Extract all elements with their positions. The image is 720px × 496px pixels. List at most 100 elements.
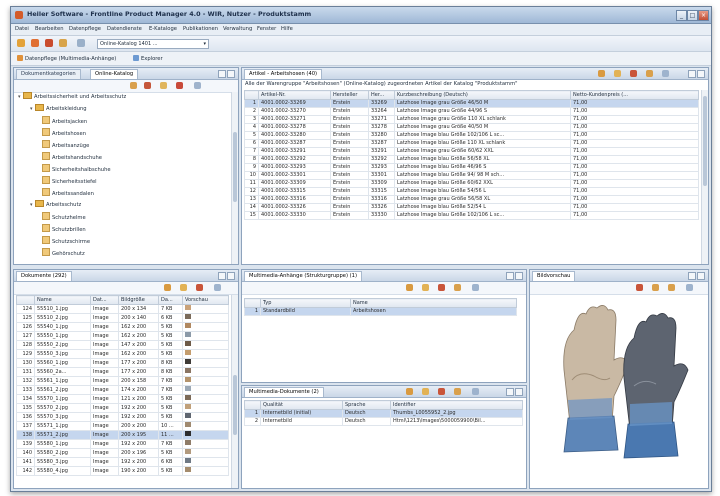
tree-node[interactable]: Schutzbrillen	[42, 224, 86, 233]
maximize-view-icon[interactable]	[697, 272, 705, 280]
document-menu-icon[interactable]	[214, 284, 221, 291]
mm-document-row[interactable]: 2 Internetbild Deutsch Html\1213\Images\500…	[244, 417, 523, 426]
document-row[interactable]: 125 55510_2.jpg Image 200 x 140 6 KB	[16, 313, 229, 323]
minimize-view-icon[interactable]	[688, 272, 696, 280]
menu-fenster[interactable]: Fenster	[257, 26, 276, 32]
menu-hilfe[interactable]: Hilfe	[281, 26, 293, 32]
document-row[interactable]: 126 55540_1.jpg Image 162 x 200 5 KB	[16, 322, 229, 332]
maximize-view-icon[interactable]	[227, 272, 235, 280]
mm-document-row[interactable]: 1 Internetbild (initial) Deutsch Thumbs_L00…	[244, 409, 523, 418]
preview-close-icon[interactable]	[636, 284, 643, 291]
attachment-edit-icon[interactable]	[454, 284, 461, 291]
article-row[interactable]: 6 4001.0002-33287 Erstein 33287 Latzhose Ima…	[244, 139, 699, 148]
document-new-icon[interactable]	[164, 284, 171, 291]
menu-publikationen[interactable]: Publikationen	[183, 26, 218, 32]
article-new-icon[interactable]	[598, 70, 605, 77]
mm-copy-icon[interactable]	[422, 388, 429, 395]
article-row[interactable]: 2 4001.0002-33270 Erstein 33264 Latzhose Ima…	[244, 107, 699, 116]
minimize-view-icon[interactable]	[688, 70, 696, 78]
attachment-row[interactable]: 1 Standardbild Arbeitshosen	[244, 307, 517, 316]
document-row[interactable]: 141 55580_3.jpg Image 192 x 200 6 KB	[16, 457, 229, 467]
tab-artikel[interactable]: Artikel - Arbeitshosen (40)	[244, 69, 323, 79]
article-row[interactable]: 13 4001.0002-33316 Erstein 33316 Latzhose Im…	[244, 195, 699, 204]
article-row[interactable]: 7 4001.0002-33291 Erstein 33291 Latzhose Ima…	[244, 147, 699, 156]
document-row[interactable]: 137 55571_1.jpg Image 200 x 200 10 ...	[16, 421, 229, 431]
tree-action-icon[interactable]	[130, 82, 137, 89]
document-row[interactable]: 128 55550_2.jpg Image 147 x 200 5 KB	[16, 340, 229, 350]
article-row[interactable]: 15 4001.0002-33330 Erstein 33330 Latzhose Im…	[244, 211, 699, 220]
document-delete-icon[interactable]	[196, 284, 203, 291]
menu-datei[interactable]: Datei	[15, 26, 29, 32]
article-row[interactable]: 4 4001.0002-33278 Erstein 33278 Latzhose Ima…	[244, 123, 699, 132]
document-row[interactable]: 136 55570_3.jpg Image 192 x 200 5 KB	[16, 412, 229, 422]
mm-new-icon[interactable]	[406, 388, 413, 395]
open-icon[interactable]	[31, 39, 39, 47]
attachment-copy-icon[interactable]	[422, 284, 429, 291]
article-edit-icon[interactable]	[646, 70, 653, 77]
tree-node[interactable]: Sicherheitsstiefel	[42, 176, 97, 185]
preview-zoom-out-icon[interactable]	[668, 284, 675, 291]
article-row[interactable]: 14 4001.0002-33326 Erstein 33326 Latzhose Im…	[244, 203, 699, 212]
menu-e-kataloge[interactable]: E-Kataloge	[149, 26, 177, 32]
document-row[interactable]: 139 55580_1.jpg Image 192 x 200 7 KB	[16, 439, 229, 449]
documents-scroll-thumb[interactable]	[233, 375, 237, 435]
document-row[interactable]: 129 55550_3.jpg Image 162 x 200 5 KB	[16, 349, 229, 359]
maximize-view-icon[interactable]	[227, 70, 235, 78]
tree-filter-icon[interactable]	[160, 82, 167, 89]
document-row[interactable]: 138 55571_2.jpg Image 200 x 195 11 ...	[16, 430, 229, 440]
document-copy-icon[interactable]	[180, 284, 187, 291]
maximize-button[interactable]: □	[687, 10, 698, 21]
tab-multimedia-anhaenge[interactable]: Multimedia-Anhänge (Strukturgruppe) (1)	[244, 271, 362, 281]
tree-node[interactable]: ▾ Arbeitssicherheit und Arbeitsschutz	[18, 92, 126, 100]
document-row[interactable]: 135 55570_2.jpg Image 192 x 200 5 KB	[16, 403, 229, 413]
document-row[interactable]: 124 55510_1.jpg Image 200 x 134 7 KB	[16, 304, 229, 314]
tree-node[interactable]: Gehörschutz	[42, 248, 85, 257]
article-row[interactable]: 11 4001.0002-33309 Erstein 33309 Latzhose Im…	[244, 179, 699, 188]
tab-dokumentkategorien[interactable]: Dokumentkategorien	[16, 69, 81, 79]
article-row[interactable]: 5 4001.0002-33280 Erstein 33280 Latzhose Ima…	[244, 131, 699, 140]
mm-edit-icon[interactable]	[454, 388, 461, 395]
tree-node[interactable]: ▾ Arbeitsschutz	[30, 200, 81, 208]
document-row[interactable]: 142 55580_4.jpg Image 190 x 200 5 KB	[16, 466, 229, 476]
document-row[interactable]: 131 55560_2a... Image 177 x 200 8 KB	[16, 367, 229, 377]
document-row[interactable]: 130 55560_1.jpg Image 177 x 200 8 KB	[16, 358, 229, 368]
menu-datendienste[interactable]: Datendienste	[107, 26, 142, 32]
tree-scrollbar[interactable]	[231, 92, 238, 264]
tree-node[interactable]: Arbeitshandschuhe	[42, 152, 102, 161]
article-delete-icon[interactable]	[630, 70, 637, 77]
tab-bildvorschau[interactable]: Bildvorschau	[532, 271, 576, 281]
mm-menu-icon[interactable]	[472, 388, 479, 395]
articles-scrollbar[interactable]	[701, 90, 708, 264]
new-icon[interactable]	[17, 39, 25, 47]
attachment-menu-icon[interactable]	[472, 284, 479, 291]
tree-menu-icon[interactable]	[194, 82, 201, 89]
catalog-select[interactable]: Online-Katalog 1401 ... ▾	[97, 39, 209, 49]
preview-menu-icon[interactable]	[686, 284, 693, 291]
article-row[interactable]: 9 4001.0002-33293 Erstein 33293 Latzhose Ima…	[244, 163, 699, 172]
tree-node[interactable]: ▾ Arbeitskleidung	[30, 104, 87, 112]
document-row[interactable]: 127 55550_1.jpg Image 162 x 200 5 KB	[16, 331, 229, 341]
minimize-view-icon[interactable]	[218, 70, 226, 78]
tree-node[interactable]: Sicherheitshalbschuhe	[42, 164, 111, 173]
minimize-button[interactable]: _	[676, 10, 687, 21]
tree-scroll-thumb[interactable]	[233, 132, 237, 202]
refresh-icon[interactable]	[59, 39, 67, 47]
tree-node[interactable]: Schutzschirme	[42, 236, 90, 245]
tree-node[interactable]: Arbeitsjacken	[42, 116, 87, 125]
tree-node[interactable]: Arbeitssandalen	[42, 188, 94, 197]
tree-node[interactable]: Schutzhelme	[42, 212, 86, 221]
attachment-new-icon[interactable]	[406, 284, 413, 291]
document-row[interactable]: 133 55561_2.jpg Image 174 x 200 7 KB	[16, 385, 229, 395]
maximize-view-icon[interactable]	[515, 388, 523, 396]
minimize-view-icon[interactable]	[506, 388, 514, 396]
minimize-view-icon[interactable]	[506, 272, 514, 280]
documents-scrollbar[interactable]	[231, 295, 238, 488]
article-row[interactable]: 10 4001.0002-33301 Erstein 33301 Latzhose Im…	[244, 171, 699, 180]
save-icon[interactable]	[45, 39, 53, 47]
articles-scroll-thumb[interactable]	[703, 96, 707, 186]
minimize-view-icon[interactable]	[218, 272, 226, 280]
document-row[interactable]: 132 55561_1.jpg Image 200 x 158 7 KB	[16, 376, 229, 386]
maximize-view-icon[interactable]	[515, 272, 523, 280]
article-menu-icon[interactable]	[662, 70, 669, 77]
mm-delete-icon[interactable]	[438, 388, 445, 395]
